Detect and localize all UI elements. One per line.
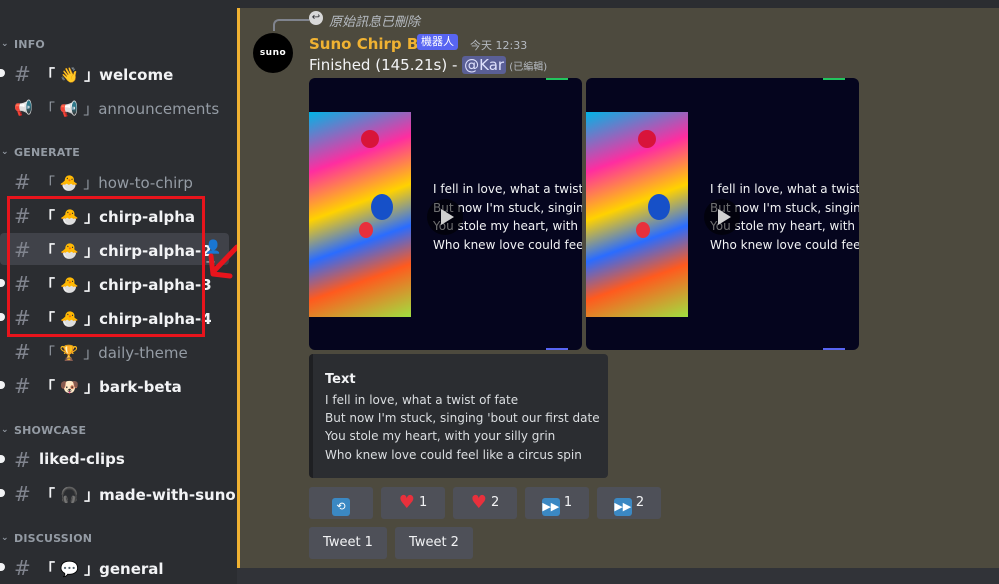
video-corner-mark: [546, 78, 568, 80]
heart-1-button[interactable]: ♥ 1: [381, 487, 445, 519]
button-count: 2: [635, 495, 645, 510]
hash-icon: #: [14, 482, 31, 506]
button-count: 1: [563, 495, 573, 510]
repeat-icon: ⟲: [332, 498, 350, 516]
reply-arrow-icon: ↩: [309, 11, 323, 25]
play-icon[interactable]: [427, 199, 463, 235]
category-label: DISCUSSION: [14, 532, 93, 545]
unread-indicator: [0, 563, 5, 571]
chevron-down-icon: ⌄: [1, 39, 9, 49]
fast-forward-2-button[interactable]: ▶▶ 2: [597, 487, 661, 519]
category-label: INFO: [14, 38, 45, 51]
chevron-down-icon: ⌄: [1, 147, 9, 157]
channel-daily-theme[interactable]: # 「 🏆 」daily-theme: [0, 335, 229, 367]
reply-deleted-text[interactable]: 原始訊息已刪除: [329, 11, 420, 30]
hash-icon: #: [14, 448, 31, 472]
fast-forward-icon: ▶▶: [613, 498, 632, 516]
button-count: 1: [419, 495, 428, 510]
video-corner-mark: [823, 78, 845, 80]
highlight-box-annotation: [7, 196, 205, 337]
fast-forward-1-button[interactable]: ▶▶ 1: [525, 487, 589, 519]
message-timestamp: 今天 12:33: [470, 39, 528, 52]
message-content: Finished (145.21s) - @Kar (已編輯): [309, 56, 547, 74]
red-arrow-annotation: [208, 244, 240, 279]
video-attachment-2[interactable]: I fell in love, what a twist of fate But…: [586, 78, 859, 350]
category-generate[interactable]: ⌄ GENERATE: [1, 146, 81, 159]
highlight-accent-bar: [237, 8, 240, 568]
channel-general[interactable]: # 「 💬 」general: [0, 551, 229, 583]
edited-label: (已編輯): [506, 62, 548, 73]
channel-made-with-suno[interactable]: # 「 🎧 」made-with-suno: [0, 477, 236, 509]
video-corner-mark: [823, 348, 845, 350]
chat-area: ↩ 原始訊息已刪除 suno Suno Chirp Bot 機器人 今天 12:…: [237, 0, 999, 584]
chevron-down-icon: ⌄: [1, 533, 9, 543]
category-discussion[interactable]: ⌄ DISCUSSION: [1, 532, 93, 545]
channel-announcements[interactable]: 📢 「 📢 」announcements: [0, 91, 229, 123]
unread-indicator: [0, 381, 5, 389]
channel-sidebar: ⌄ INFO # 「 👋 」welcome 📢 「 📢 」announcemen…: [0, 0, 240, 584]
circus-artwork: [309, 112, 411, 317]
channel-name: 「 👋 」welcome: [40, 66, 174, 84]
text-embed: Text I fell in love, what a twist of fat…: [309, 354, 608, 478]
unread-indicator: [0, 69, 5, 77]
channel-name: liked-clips: [39, 450, 125, 468]
embed-lyrics: I fell in love, what a twist of fate But…: [325, 393, 600, 462]
unread-indicator: [0, 313, 5, 321]
heart-icon: ♥: [398, 492, 415, 513]
channel-name: 「 🐣 」how-to-chirp: [40, 174, 193, 192]
top-strip: [237, 0, 999, 8]
channel-name: 「 🏆 」daily-theme: [40, 344, 188, 362]
channel-name: 「 📢 」announcements: [40, 100, 220, 118]
hash-icon: #: [14, 340, 31, 364]
circus-artwork: [586, 112, 688, 317]
category-label: SHOWCASE: [14, 424, 87, 437]
category-info[interactable]: ⌄ INFO: [1, 38, 45, 51]
channel-welcome[interactable]: # 「 👋 」welcome: [0, 57, 229, 89]
user-mention[interactable]: @Kar: [462, 56, 507, 74]
category-showcase[interactable]: ⌄ SHOWCASE: [1, 424, 87, 437]
video-corner-mark: [546, 348, 568, 350]
channel-how-to-chirp[interactable]: # 「 🐣 」how-to-chirp: [0, 165, 229, 197]
reply-connector: [273, 19, 309, 31]
chevron-down-icon: ⌄: [1, 425, 9, 435]
video-attachment-1[interactable]: I fell in love, what a twist of fate But…: [309, 78, 582, 350]
hash-icon: #: [14, 170, 31, 194]
channel-bark-beta[interactable]: # 「 🐶 」bark-beta: [0, 369, 229, 401]
unread-indicator: [0, 489, 5, 497]
play-icon[interactable]: [704, 199, 740, 235]
unread-indicator: [0, 279, 5, 287]
fast-forward-icon: ▶▶: [541, 498, 560, 516]
bot-avatar[interactable]: suno: [253, 33, 293, 73]
category-label: GENERATE: [14, 146, 81, 159]
unread-indicator: [0, 455, 5, 463]
hash-icon: #: [14, 374, 31, 398]
hash-icon: #: [14, 62, 31, 86]
tweet-2-button[interactable]: Tweet 2: [395, 527, 473, 559]
channel-name: 「 💬 」general: [40, 560, 164, 578]
channel-name: 「 🎧 」made-with-suno: [40, 486, 236, 504]
message-text: Finished (145.21s) -: [309, 56, 463, 74]
channel-name: 「 🐶 」bark-beta: [40, 378, 182, 396]
heart-2-button[interactable]: ♥ 2: [453, 487, 517, 519]
hash-icon: #: [14, 556, 31, 580]
repeat-button[interactable]: ⟲: [309, 487, 373, 519]
embed-title: Text: [325, 372, 356, 387]
megaphone-icon: 📢: [14, 99, 33, 117]
bottom-strip: [237, 568, 999, 584]
button-count: 2: [491, 495, 500, 510]
tweet-1-button[interactable]: Tweet 1: [309, 527, 387, 559]
heart-icon: ♥: [470, 492, 487, 513]
channel-liked-clips[interactable]: # liked-clips: [0, 443, 229, 475]
bot-badge: 機器人: [417, 34, 458, 50]
